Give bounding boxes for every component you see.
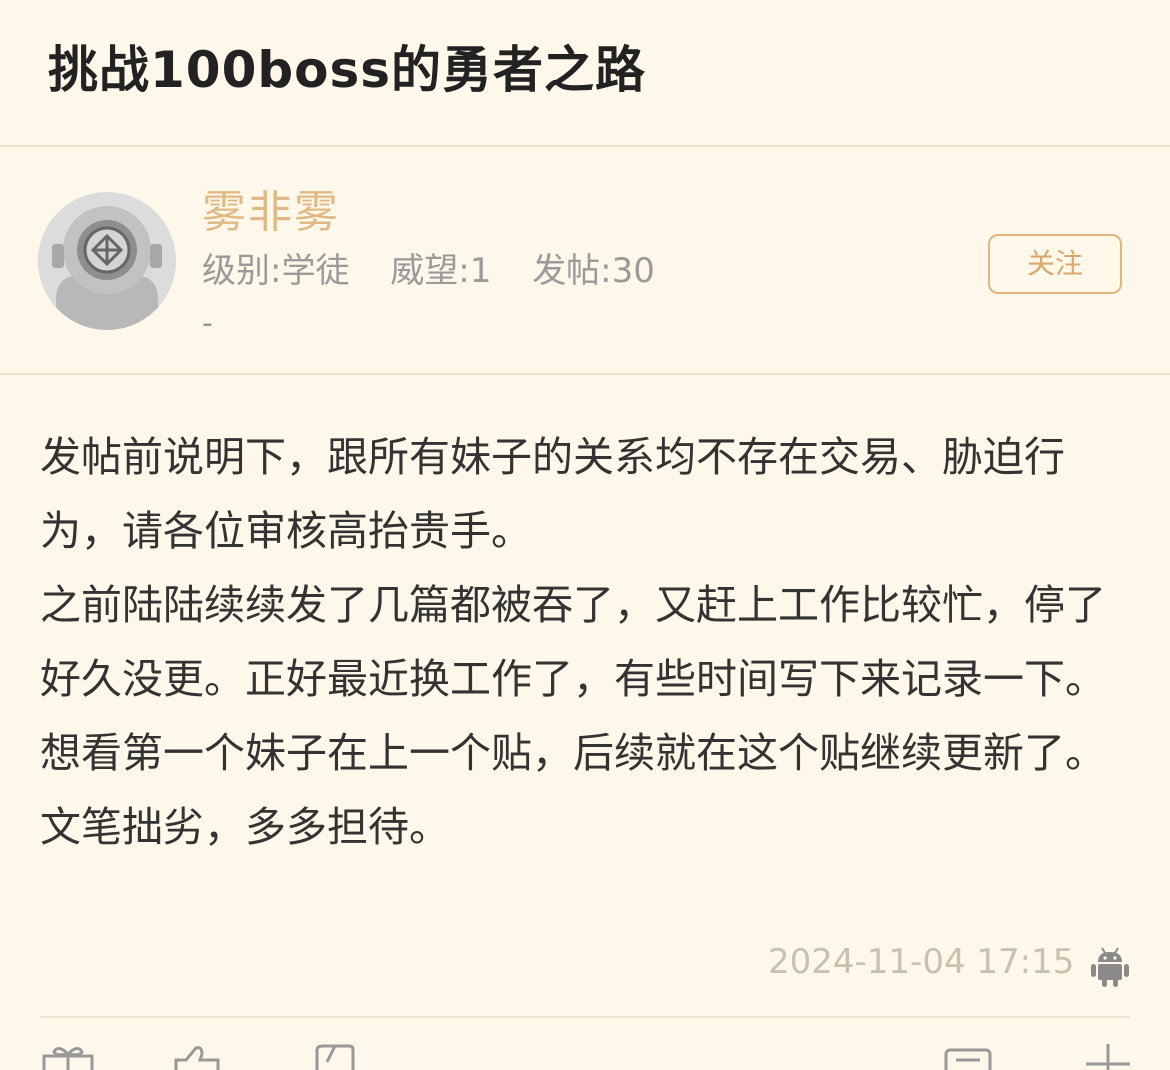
content-paragraph: 发帖前说明下，跟所有妹子的关系均不存在交易、胁迫行为，请各位审核高抬贵手。 bbox=[40, 433, 1065, 555]
author-post-count: 发帖:30 bbox=[532, 251, 655, 291]
author-signature: - bbox=[202, 306, 213, 341]
diver-helmet-avatar-icon bbox=[38, 192, 176, 330]
post-page: 挑战100boss的勇者之路 雾非雾 级别:学徒 威望:1 发帖:30 - 关注… bbox=[0, 0, 1170, 1070]
post-content: 发帖前说明下，跟所有妹子的关系均不存在交易、胁迫行为，请各位审核高抬贵手。 之前… bbox=[40, 420, 1130, 864]
gift-icon[interactable] bbox=[40, 1044, 96, 1070]
author-prestige: 威望:1 bbox=[390, 251, 492, 291]
post-title: 挑战100boss的勇者之路 bbox=[48, 41, 647, 99]
divider bbox=[0, 145, 1170, 147]
author-stats: 级别:学徒 威望:1 发帖:30 bbox=[202, 243, 685, 292]
avatar[interactable] bbox=[38, 192, 176, 330]
thumbs-up-icon[interactable] bbox=[170, 1044, 226, 1070]
android-icon bbox=[1091, 947, 1129, 987]
author-level: 级别:学徒 bbox=[202, 251, 350, 291]
favorite-icon[interactable] bbox=[305, 1044, 361, 1070]
post-timestamp: 2024-11-04 17:15 bbox=[768, 942, 1075, 982]
content-paragraph: 之前陆陆续续发了几篇都被吞了，又赶上工作比较忙，停了好久没更。正好最近换工作了，… bbox=[40, 581, 1106, 851]
divider bbox=[40, 1016, 1130, 1018]
author-name[interactable]: 雾非雾 bbox=[202, 176, 340, 240]
divider bbox=[0, 373, 1170, 375]
comment-icon[interactable] bbox=[940, 1044, 996, 1070]
follow-button[interactable]: 关注 bbox=[988, 234, 1122, 294]
add-icon[interactable] bbox=[1080, 1044, 1136, 1070]
